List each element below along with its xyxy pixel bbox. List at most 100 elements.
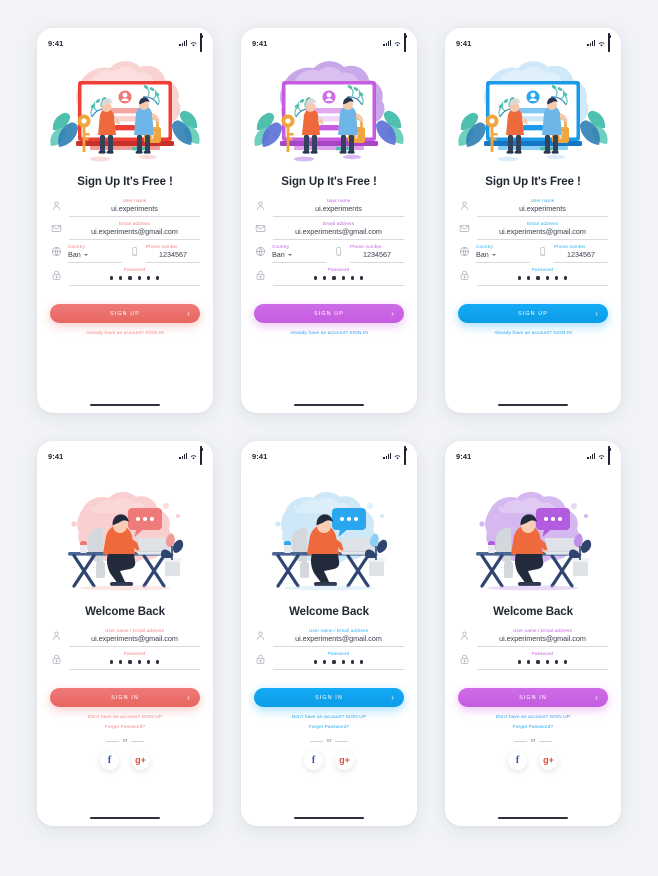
password-field[interactable]: Password [50, 266, 200, 286]
field-value[interactable]: ui.experiments@gmail.com [69, 227, 200, 237]
password-body[interactable]: Password [273, 650, 404, 670]
field-value[interactable]: ui.experiments@gmail.com [273, 634, 404, 644]
password-field[interactable]: Password [458, 650, 608, 670]
forgot-password-link[interactable]: Forget Password? [445, 725, 621, 730]
chevron-down-icon[interactable] [491, 254, 496, 256]
alt-auth-link[interactable]: Don't have an account? SIGN UP [37, 715, 213, 720]
country-phone-row: Country Ban Phone number 1234567 [458, 243, 608, 263]
password-dots[interactable] [477, 273, 608, 283]
field-user-name-email-address[interactable]: User name / Email address ui.experiments… [254, 627, 404, 647]
country-body[interactable]: Country Ban [476, 243, 530, 263]
facebook-button[interactable]: f [508, 751, 527, 770]
country-select[interactable]: Ban [476, 250, 530, 260]
field-value[interactable]: ui.experiments@gmail.com [477, 227, 608, 237]
field-user-name[interactable]: User name ui.experiments [50, 197, 200, 217]
facebook-button[interactable]: f [100, 751, 119, 770]
phone-value[interactable]: 1234567 [146, 250, 200, 260]
google-plus-glyph: g+ [543, 755, 554, 765]
forgot-password-link[interactable]: Forget Password? [241, 725, 417, 730]
sign-up-button[interactable]: SIGN UP › [458, 304, 608, 323]
facebook-button[interactable]: f [304, 751, 323, 770]
password-dots[interactable] [69, 273, 200, 283]
field-label: User name / Email address [104, 628, 165, 633]
field-body[interactable]: User name ui.experiments [69, 197, 200, 217]
status-icons [383, 33, 406, 52]
field-body[interactable]: User name ui.experiments [273, 197, 404, 217]
password-dots[interactable] [273, 273, 404, 283]
country-select[interactable]: Ban [272, 250, 326, 260]
field-value[interactable]: ui.experiments@gmail.com [477, 634, 608, 644]
battery-icon [608, 33, 610, 52]
country-body[interactable]: Country Ban [68, 243, 122, 263]
phone-field[interactable]: Phone number 1234567 [128, 243, 200, 263]
google-plus-button[interactable]: g+ [335, 751, 354, 770]
field-value[interactable]: ui.experiments@gmail.com [273, 227, 404, 237]
field-email-address[interactable]: Email address ui.experiments@gmail.com [254, 220, 404, 240]
alt-auth-link[interactable]: Don't have an account? SIGN UP [445, 715, 621, 720]
password-field[interactable]: Password [254, 266, 404, 286]
field-value[interactable]: ui.experiments [477, 204, 608, 214]
password-body[interactable]: Password [477, 650, 608, 670]
field-body[interactable]: User name / Email address ui.experiments… [69, 627, 200, 647]
field-body[interactable]: User name ui.experiments [477, 197, 608, 217]
password-dots[interactable] [273, 657, 404, 667]
signup-security-illustration [445, 57, 621, 169]
sign-up-button[interactable]: SIGN UP › [254, 304, 404, 323]
field-value[interactable]: ui.experiments@gmail.com [69, 634, 200, 644]
field-user-name-email-address[interactable]: User name / Email address ui.experiments… [50, 627, 200, 647]
field-body[interactable]: Email address ui.experiments@gmail.com [273, 220, 404, 240]
sign-in-button[interactable]: SIGN IN › [50, 688, 200, 707]
country-body[interactable]: Country Ban [272, 243, 326, 263]
chevron-down-icon[interactable] [287, 254, 292, 256]
password-body[interactable]: Password [69, 266, 200, 286]
field-value[interactable]: ui.experiments [69, 204, 200, 214]
password-field[interactable]: Password [458, 266, 608, 286]
field-user-name[interactable]: User name ui.experiments [254, 197, 404, 217]
alt-auth-link[interactable]: Don't have an account? SIGN UP [241, 715, 417, 720]
password-field[interactable]: Password [50, 650, 200, 670]
phone-body[interactable]: Phone number 1234567 [350, 243, 404, 263]
sign-up-button[interactable]: SIGN UP › [50, 304, 200, 323]
password-label: Password [123, 651, 146, 656]
phone-body[interactable]: Phone number 1234567 [146, 243, 200, 263]
password-body[interactable]: Password [477, 266, 608, 286]
field-body[interactable]: User name / Email address ui.experiments… [477, 627, 608, 647]
field-body[interactable]: Email address ui.experiments@gmail.com [69, 220, 200, 240]
wifi-icon [190, 34, 197, 52]
field-value[interactable]: ui.experiments [273, 204, 404, 214]
password-field[interactable]: Password [254, 650, 404, 670]
field-email-address[interactable]: Email address ui.experiments@gmail.com [458, 220, 608, 240]
signal-icon [179, 453, 187, 459]
field-email-address[interactable]: Email address ui.experiments@gmail.com [50, 220, 200, 240]
google-plus-button[interactable]: g+ [539, 751, 558, 770]
battery-icon [200, 33, 202, 52]
phone-field[interactable]: Phone number 1234567 [332, 243, 404, 263]
field-user-name-email-address[interactable]: User name / Email address ui.experiments… [458, 627, 608, 647]
forgot-password-link[interactable]: Forget Password? [37, 725, 213, 730]
or-divider: or [445, 738, 621, 744]
auth-form: User name / Email address ui.experiments… [37, 627, 213, 673]
google-plus-button[interactable]: g+ [131, 751, 150, 770]
divider-line-left [513, 740, 527, 742]
password-dots[interactable] [477, 657, 608, 667]
field-body[interactable]: Email address ui.experiments@gmail.com [477, 220, 608, 240]
country-field[interactable]: Country Ban [50, 243, 122, 263]
sign-in-button[interactable]: SIGN IN › [458, 688, 608, 707]
country-field[interactable]: Country Ban [458, 243, 530, 263]
country-select[interactable]: Ban [68, 250, 122, 260]
phone-field[interactable]: Phone number 1234567 [536, 243, 608, 263]
password-body[interactable]: Password [273, 266, 404, 286]
country-field[interactable]: Country Ban [254, 243, 326, 263]
chevron-down-icon[interactable] [83, 254, 88, 256]
field-user-name[interactable]: User name ui.experiments [458, 197, 608, 217]
status-bar: 9:41 [445, 33, 621, 53]
status-bar: 9:41 [445, 446, 621, 466]
password-body[interactable]: Password [69, 650, 200, 670]
sign-in-button[interactable]: SIGN IN › [254, 688, 404, 707]
status-bar: 9:41 [241, 446, 417, 466]
field-body[interactable]: User name / Email address ui.experiments… [273, 627, 404, 647]
phone-value[interactable]: 1234567 [350, 250, 404, 260]
password-dots[interactable] [69, 657, 200, 667]
phone-value[interactable]: 1234567 [554, 250, 608, 260]
phone-body[interactable]: Phone number 1234567 [554, 243, 608, 263]
